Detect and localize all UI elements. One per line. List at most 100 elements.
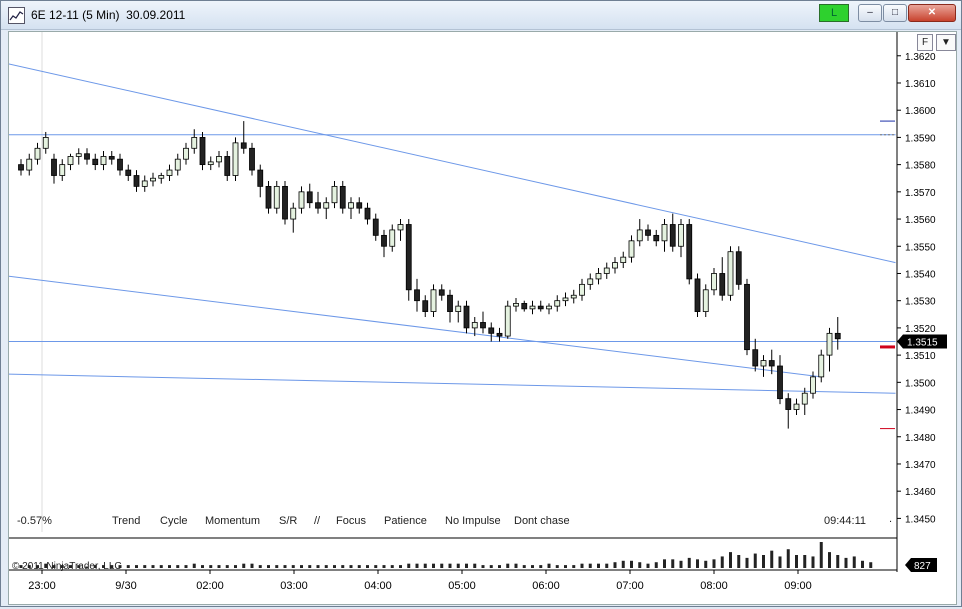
volume-bar <box>283 565 287 568</box>
indicator-cycle[interactable]: Cycle <box>160 515 188 527</box>
candle-up <box>183 147 189 160</box>
time-tick-label: 05:00 <box>448 580 476 592</box>
candle-down <box>51 158 57 176</box>
time-tick-label: 09:00 <box>784 580 812 592</box>
volume-bar <box>720 556 724 568</box>
candle-up <box>579 283 585 296</box>
candle-down <box>381 234 387 247</box>
volume-bar <box>267 565 270 568</box>
price-tick-label: 1.3480 <box>905 433 936 444</box>
candle-up <box>504 305 511 337</box>
price-tick-label: 1.3470 <box>905 460 936 471</box>
volume-bar <box>564 565 567 568</box>
format-button[interactable]: F <box>917 34 933 51</box>
indicator-patience[interactable]: Patience <box>384 515 427 527</box>
last-price-label: 1.3515 <box>907 338 938 349</box>
candle-up <box>34 147 41 160</box>
indicator-no-impulse[interactable]: No Impulse <box>445 515 501 527</box>
volume-bar <box>547 563 551 568</box>
indicator-dont-chase[interactable]: Dont chase <box>514 515 570 527</box>
price-tick-label: 1.3490 <box>905 406 936 417</box>
candle-up <box>75 153 82 157</box>
connection-status-indicator[interactable]: L <box>819 4 849 22</box>
price-tick-label: 1.3600 <box>905 106 936 117</box>
volume-bar <box>390 565 394 568</box>
volume-bar <box>473 563 477 568</box>
candle-up <box>661 224 668 242</box>
volume-bar <box>258 565 262 568</box>
title-bar[interactable]: 6E 12-11 (5 Min) 30.09.2011 L – □ ✕ <box>1 1 961 30</box>
minimize-button[interactable]: – <box>858 4 882 22</box>
volume-bar <box>275 565 279 568</box>
candle-down <box>768 360 775 367</box>
candle-up <box>26 158 33 171</box>
volume-bar <box>654 562 658 568</box>
candle-up <box>554 300 561 307</box>
candle-up <box>760 360 767 367</box>
volume-bar <box>819 542 823 568</box>
volume-bar <box>489 565 493 568</box>
volume-bar <box>646 563 650 568</box>
volume-bar <box>481 565 485 568</box>
candle-up <box>810 376 816 394</box>
candle-up <box>389 229 396 247</box>
candle-down <box>422 300 429 312</box>
indicator-trend[interactable]: Trend <box>112 515 140 527</box>
candle-down <box>84 153 90 160</box>
maximize-button[interactable]: □ <box>883 4 907 22</box>
candle-up <box>562 297 569 302</box>
candle-down <box>653 234 660 242</box>
candle-up <box>42 137 49 149</box>
volume-bar <box>465 563 468 568</box>
volume-bar <box>522 565 526 568</box>
candle-down <box>224 156 231 176</box>
volume-bar <box>159 565 163 568</box>
volume-bar <box>753 553 757 568</box>
volume-bar <box>374 565 378 568</box>
candle-down <box>306 191 313 204</box>
volume-bar <box>621 560 625 568</box>
volume-bar <box>506 563 510 568</box>
candle-up <box>628 240 635 258</box>
candle-up <box>620 256 627 263</box>
indicator-slashes[interactable]: // <box>314 515 320 527</box>
candle-down <box>537 305 544 310</box>
trend-line-upper-trend <box>8 63 896 264</box>
chart-panel[interactable]: 1.3620 1.3610 1.3600 1.3590 1.3580 1.3570 1.35… <box>8 31 957 605</box>
price-tick-label: 1.3620 <box>905 52 936 63</box>
candle-down <box>199 137 206 166</box>
indicator-momentum[interactable]: Momentum <box>205 515 260 527</box>
candle-down <box>496 332 503 337</box>
panel-dropdown-button[interactable]: ▼ <box>936 34 956 51</box>
volume-bar <box>729 552 732 568</box>
volume-bar <box>828 552 831 568</box>
indicator-focus[interactable]: Focus <box>336 515 366 527</box>
price-tick-label: 1.3500 <box>905 378 936 389</box>
indicator-sr[interactable]: S/R <box>279 515 297 527</box>
chart-app-icon <box>8 7 25 24</box>
volume-bar <box>143 565 147 568</box>
candle-down <box>372 218 379 236</box>
volume-bar <box>225 565 229 568</box>
candle-down <box>752 349 759 367</box>
candle-down <box>719 273 726 296</box>
volume-bar <box>407 563 411 568</box>
volume-bar <box>234 565 237 568</box>
price-tick-label: 1.3560 <box>905 215 936 226</box>
volume-bar <box>300 565 303 568</box>
volume-bar <box>786 549 790 568</box>
copyright-text: © 2011 NinjaTrader, LLC <box>12 561 122 572</box>
candle-down <box>265 185 272 209</box>
candle-down <box>339 185 346 209</box>
time-tick-label: 23:00 <box>28 580 56 592</box>
time-tick-label: 06:00 <box>532 580 560 592</box>
candle-up <box>513 303 519 307</box>
time-tick-label: 08:00 <box>700 580 728 592</box>
candle-down <box>735 251 742 285</box>
close-button[interactable]: ✕ <box>908 4 956 22</box>
candle-up <box>141 180 148 187</box>
volume-bar <box>308 565 312 568</box>
volume-bar <box>184 565 188 568</box>
candle-up <box>207 161 214 166</box>
price-tick-label: 1.3550 <box>905 242 936 253</box>
